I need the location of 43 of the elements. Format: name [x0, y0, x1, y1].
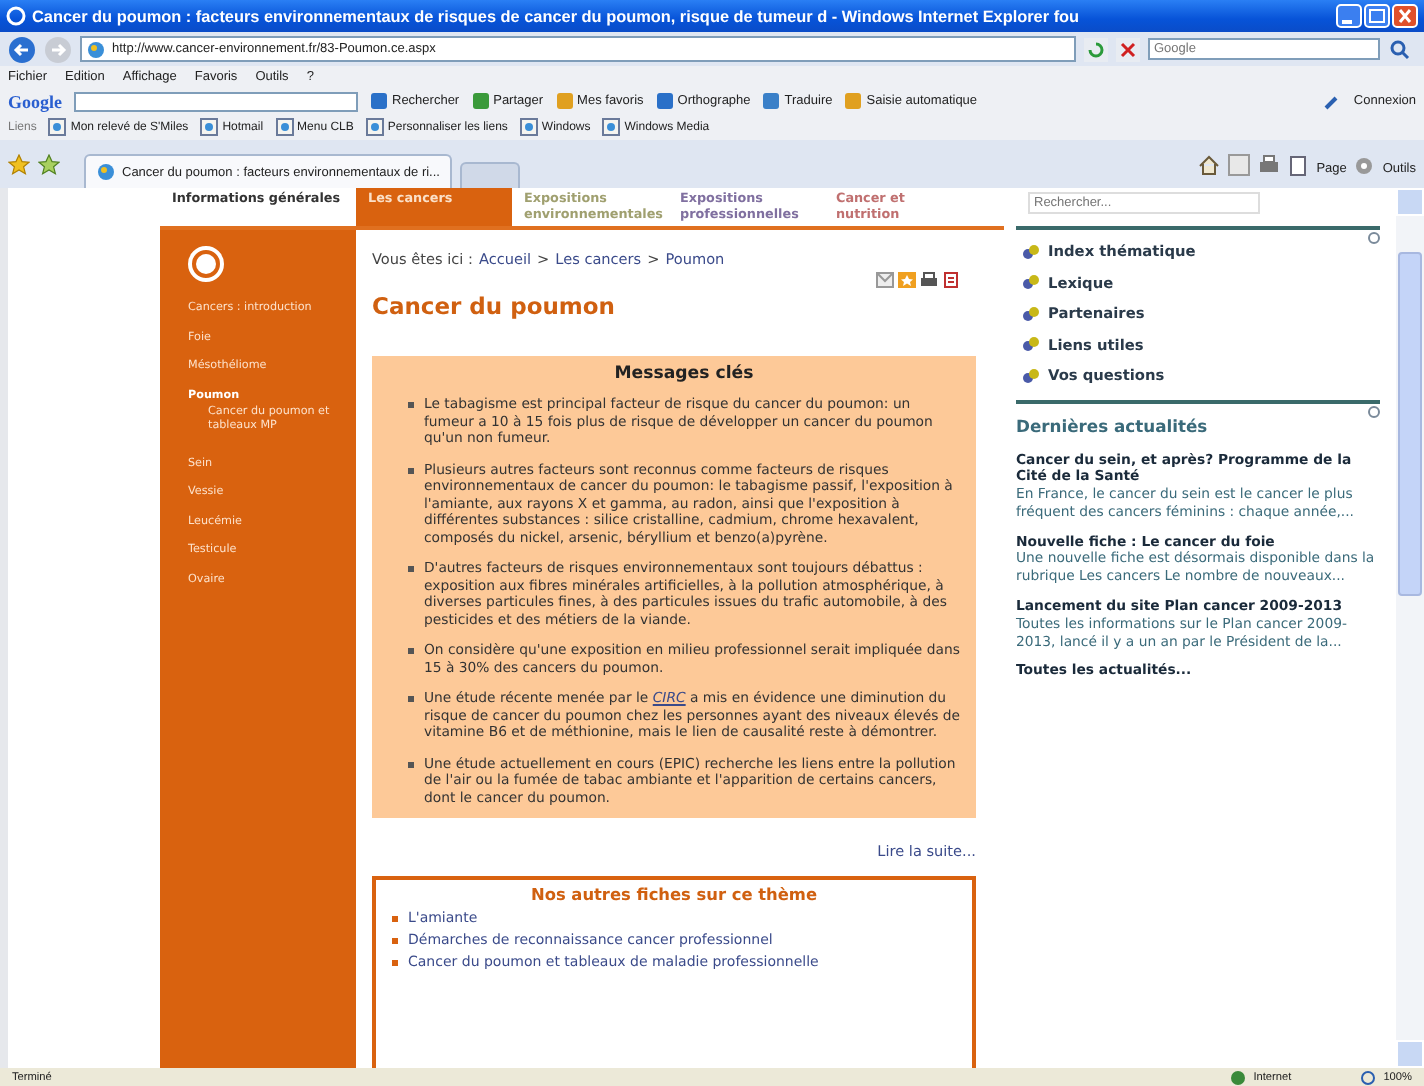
vertical-scrollbar[interactable]: [1396, 188, 1424, 1068]
panel-heading: Dernières actualités: [1016, 415, 1210, 435]
circle-icon: [1368, 405, 1380, 417]
browser-logo-icon: [6, 6, 26, 26]
ring-logo-icon: [188, 246, 224, 282]
toolbar-icon[interactable]: [370, 92, 388, 110]
search-field[interactable]: [74, 91, 358, 111]
bullet-icon: [392, 938, 398, 944]
bullet-icon: [392, 916, 398, 922]
page-icon: [86, 39, 106, 59]
toolbar-icon[interactable]: [655, 92, 674, 110]
bullet-icon: [408, 761, 414, 767]
globe-icon: [1229, 1069, 1246, 1085]
print-icon[interactable]: [1258, 154, 1281, 176]
bullet-icon: [392, 960, 398, 966]
add-favorite-icon[interactable]: [38, 154, 60, 176]
close-icon[interactable]: [1116, 37, 1140, 61]
refresh-icon[interactable]: [1084, 37, 1108, 61]
bullet-icon: [408, 402, 414, 408]
print-icon[interactable]: [920, 272, 938, 288]
bullet-icon: [408, 467, 414, 473]
bullet-icon: [408, 566, 414, 572]
minimize-button-icon[interactable]: [1336, 4, 1362, 28]
panel-heading: Messages clés: [612, 364, 756, 384]
home-icon[interactable]: [1198, 154, 1221, 176]
document-icon[interactable]: [942, 272, 960, 288]
toolbar-icon[interactable]: [471, 92, 490, 110]
circle-icon: [1368, 232, 1380, 244]
window-title: Cancer du poumon : facteurs environnementaux de risques de cancer du poumon, risque de tumeur d - Windows Internet Explorer fou: [32, 7, 1080, 25]
toolbar-icon[interactable]: [762, 92, 781, 110]
bullet-icon: [408, 696, 414, 702]
page-icon: [96, 162, 116, 182]
star-icon[interactable]: [898, 272, 916, 288]
page-heading: Cancer du poumon: [372, 292, 617, 320]
panel-heading: Nos autres fiches sur ce thème: [528, 884, 820, 904]
gear-icon[interactable]: [1354, 156, 1375, 176]
star-icon[interactable]: [8, 154, 30, 176]
page-icon[interactable]: [1288, 156, 1309, 176]
bullet-icon: [408, 648, 414, 654]
close-icon[interactable]: [1392, 4, 1418, 28]
maximize-button-icon[interactable]: [1364, 4, 1390, 28]
google-logo: Google: [8, 91, 62, 111]
envelope-icon[interactable]: [876, 272, 894, 288]
